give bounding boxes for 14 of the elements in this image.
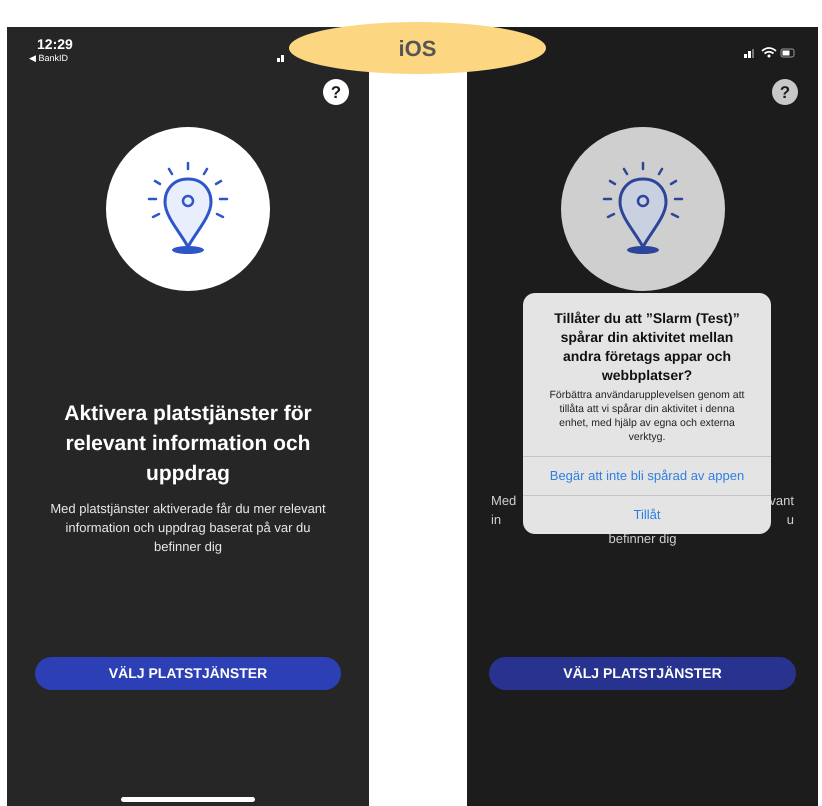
help-button[interactable]: ? [772,79,798,105]
description-fragment: Med [491,492,516,510]
status-icons [744,46,796,58]
description-fragment: u [786,511,794,529]
heading: Aktivera platstjänster för relevant information och uppdrag [63,401,313,487]
enable-location-button[interactable]: VÄLJ PLATSTJÄNSTER [489,657,796,690]
help-button[interactable]: ? [323,79,349,105]
back-link[interactable]: ◀ BankID [29,52,73,64]
description: Med platstjänster aktiverade får du mer relevant information och uppdrag baserat på var du befinner dig [49,500,327,556]
alert-message: Förbättra användarupplevelsen genom att tillåta att vi spårar din aktivitet i denna enhet, med hjälp av egna och externa verktyg. [548,388,746,444]
status-time: 12:29 [36,36,73,52]
alert-title: Tillåter du att ”Slarm (Test)” spårar din aktivitet mellan andra företags appar och webbplatser? [553,309,741,385]
enable-location-button[interactable]: VÄLJ PLATSTJÄNSTER [35,657,341,690]
description-fragment: in [491,511,502,529]
